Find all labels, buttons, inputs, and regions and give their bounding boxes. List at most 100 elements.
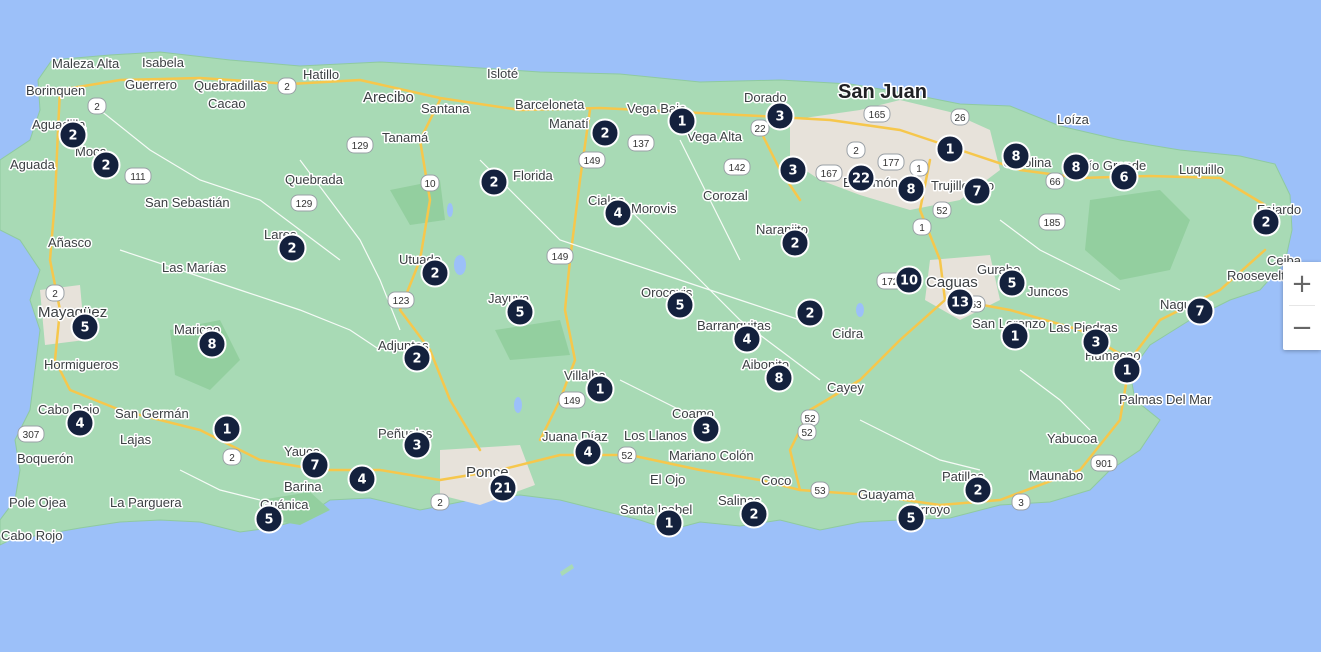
marker-cluster-count: 8: [1071, 161, 1080, 176]
marker-cluster[interactable]: 1: [585, 374, 615, 404]
marker-cluster[interactable]: 5: [505, 297, 535, 327]
marker-cluster-count: 1: [677, 115, 686, 130]
marker-cluster-count: 4: [583, 446, 592, 461]
route-shield-label: 129: [296, 199, 313, 210]
route-shield: 901: [1090, 454, 1118, 472]
place-label: Barceloneta: [515, 97, 585, 112]
place-label: Juncos: [1027, 284, 1069, 299]
zoom-out-button[interactable]: −: [1283, 306, 1321, 349]
zoom-control: + −: [1283, 262, 1321, 350]
marker-cluster[interactable]: 2: [590, 118, 620, 148]
route-shield: 52: [797, 423, 817, 441]
route-shield: 167: [815, 164, 843, 182]
marker-cluster[interactable]: 22: [846, 163, 876, 193]
marker-cluster[interactable]: 5: [70, 312, 100, 342]
route-shield: 111: [124, 167, 152, 185]
route-shield-label: 22: [754, 124, 766, 135]
route-shield-label: 165: [869, 110, 886, 121]
marker-cluster[interactable]: 2: [91, 150, 121, 180]
place-label: La Parguera: [110, 495, 182, 510]
marker-cluster[interactable]: 2: [479, 167, 509, 197]
marker-cluster[interactable]: 8: [896, 174, 926, 204]
place-label: Cacao: [208, 96, 246, 111]
marker-cluster[interactable]: 6: [1109, 162, 1139, 192]
place-label: San Sebastián: [145, 195, 230, 210]
marker-cluster-count: 7: [972, 185, 981, 200]
lake: [856, 303, 864, 317]
marker-cluster[interactable]: 3: [691, 414, 721, 444]
marker-cluster[interactable]: 4: [732, 324, 762, 354]
zoom-in-button[interactable]: +: [1283, 262, 1321, 305]
marker-cluster[interactable]: 1: [1112, 355, 1142, 385]
marker-cluster[interactable]: 2: [780, 228, 810, 258]
route-shield: 26: [950, 108, 970, 126]
route-shield: 2: [846, 141, 866, 159]
marker-cluster[interactable]: 1: [212, 414, 242, 444]
marker-cluster[interactable]: 21: [488, 473, 518, 503]
marker-cluster[interactable]: 3: [778, 155, 808, 185]
marker-cluster[interactable]: 1: [1000, 321, 1030, 351]
map-canvas[interactable]: 22165 2612910149137142222177167 1521661851…: [0, 0, 1321, 652]
route-shield-label: 185: [1044, 218, 1061, 229]
route-shield-label: 111: [130, 172, 146, 183]
marker-cluster-count: 10: [900, 274, 918, 289]
marker-cluster[interactable]: 5: [665, 290, 695, 320]
marker-cluster[interactable]: 2: [402, 343, 432, 373]
place-label: San Germán: [115, 406, 189, 421]
place-label: Barina: [284, 479, 322, 494]
marker-cluster[interactable]: 2: [1251, 207, 1281, 237]
marker-cluster[interactable]: 7: [300, 450, 330, 480]
marker-cluster[interactable]: 2: [58, 120, 88, 150]
marker-cluster-count: 2: [430, 267, 439, 282]
route-shield-label: 10: [424, 179, 436, 190]
place-label: Corozal: [703, 188, 748, 203]
marker-cluster[interactable]: 3: [402, 430, 432, 460]
marker-cluster[interactable]: 4: [65, 408, 95, 438]
marker-cluster[interactable]: 4: [347, 464, 377, 494]
route-shield: 142: [723, 158, 751, 176]
marker-cluster[interactable]: 3: [1081, 327, 1111, 357]
marker-cluster[interactable]: 1: [935, 134, 965, 164]
marker-cluster[interactable]: 5: [997, 268, 1027, 298]
marker-cluster[interactable]: 2: [277, 233, 307, 263]
place-label: Morovis: [631, 201, 677, 216]
lake: [447, 203, 453, 217]
route-shield: 129: [290, 194, 318, 212]
marker-cluster-count: 2: [412, 352, 421, 367]
place-label: Las Piedras: [1049, 320, 1118, 335]
marker-cluster-count: 8: [1011, 150, 1020, 165]
marker-cluster[interactable]: 4: [603, 198, 633, 228]
route-shield-label: 66: [1049, 177, 1061, 188]
marker-cluster-count: 3: [701, 423, 710, 438]
place-label: Maunabo: [1029, 468, 1083, 483]
marker-cluster[interactable]: 5: [896, 503, 926, 533]
marker-cluster[interactable]: 2: [739, 499, 769, 529]
marker-cluster[interactable]: 7: [1185, 296, 1215, 326]
route-shield-label: 52: [801, 428, 813, 439]
marker-cluster[interactable]: 2: [420, 258, 450, 288]
marker-cluster[interactable]: 8: [764, 363, 794, 393]
marker-cluster[interactable]: 7: [962, 176, 992, 206]
marker-cluster[interactable]: 10: [894, 265, 924, 295]
marker-cluster[interactable]: 1: [654, 508, 684, 538]
route-shield-label: 123: [393, 296, 410, 307]
marker-cluster-count: 5: [1007, 277, 1016, 292]
marker-cluster[interactable]: 1: [667, 106, 697, 136]
marker-cluster[interactable]: 13: [945, 287, 975, 317]
marker-cluster-count: 2: [1261, 216, 1270, 231]
marker-cluster[interactable]: 3: [765, 101, 795, 131]
marker-cluster[interactable]: 2: [963, 475, 993, 505]
marker-cluster[interactable]: 2: [795, 298, 825, 328]
marker-cluster[interactable]: 8: [197, 329, 227, 359]
marker-cluster-count: 5: [264, 513, 273, 528]
marker-cluster[interactable]: 8: [1061, 152, 1091, 182]
place-label: Borinquen: [26, 83, 85, 98]
place-label: San Juan: [838, 81, 927, 103]
marker-cluster-count: 4: [357, 473, 366, 488]
route-shield-label: 177: [883, 158, 900, 169]
marker-cluster[interactable]: 4: [573, 437, 603, 467]
marker-cluster[interactable]: 8: [1001, 141, 1031, 171]
marker-cluster-count: 1: [595, 383, 604, 398]
marker-cluster-count: 7: [310, 459, 319, 474]
marker-cluster[interactable]: 5: [254, 504, 284, 534]
